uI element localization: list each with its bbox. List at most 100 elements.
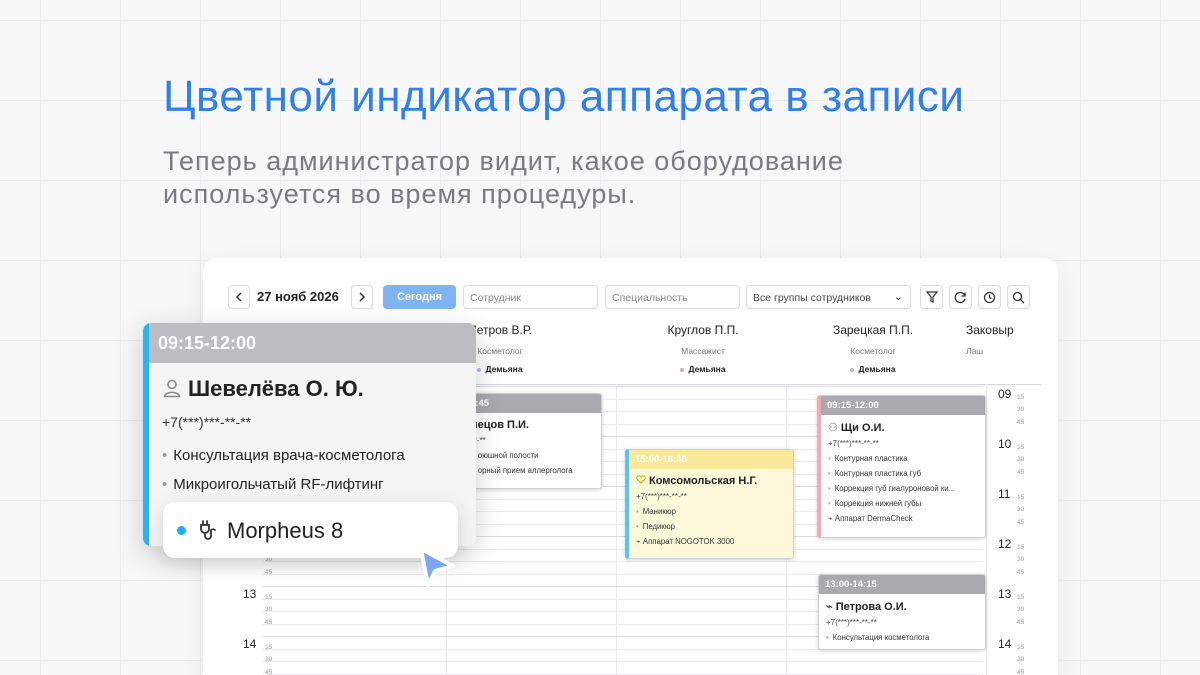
- service-item: Контурная пластика: [828, 454, 978, 463]
- client-phone: +7(***)***-**-**: [636, 492, 687, 501]
- minute-mark: 30: [1017, 456, 1025, 463]
- service-item: орный прием аллерголога: [471, 466, 594, 475]
- clock-icon: [983, 291, 996, 303]
- staff-column-header[interactable]: Круглов П.П. Массажист Демьяна: [633, 323, 773, 374]
- device-label: ⌁ Аппарат DermaCheck: [828, 514, 913, 523]
- staff-role: Лаш: [966, 346, 984, 356]
- minute-mark: 45: [265, 618, 273, 626]
- minute-mark: 15: [1017, 393, 1025, 401]
- device-pill[interactable]: Morpheus 8: [163, 502, 458, 558]
- hour-label: 12: [998, 537, 1012, 551]
- minute-mark: 30: [1017, 606, 1025, 613]
- search-icon: [1012, 291, 1025, 303]
- staff-name: Заковыр: [966, 323, 1014, 337]
- filter-icon: [925, 291, 938, 303]
- next-day-button[interactable]: [351, 285, 373, 309]
- minute-mark: 15: [1017, 543, 1025, 551]
- popup-client-name: Шевелёва О. Ю.: [162, 376, 364, 402]
- user-icon: [163, 379, 181, 398]
- popup-time: 09:15-12:00: [149, 323, 476, 363]
- toolbar: 27 нояб 2026 Сегодня Сотрудник Специальн…: [228, 285, 1038, 309]
- hour-label: 10: [998, 437, 1012, 451]
- client-name: нецов П.И.: [471, 419, 529, 431]
- minute-mark: 30: [1017, 656, 1025, 663]
- device-label: ⌁ Аппарат NOGOTOK 3000: [636, 537, 735, 546]
- hour-label: 13: [243, 587, 257, 601]
- appointment-time: 15:00-16:45: [629, 450, 793, 469]
- device-plug-icon: ⌁: [828, 514, 835, 523]
- current-date: 27 нояб 2026: [257, 289, 339, 304]
- service-item: оюшной полости: [471, 451, 594, 460]
- quarter-line: [263, 661, 983, 662]
- service-item: Маникюр: [636, 507, 786, 516]
- hour-label: 09: [998, 387, 1012, 401]
- minute-mark: 30: [265, 656, 273, 663]
- staff-room: Демьяна: [803, 364, 943, 374]
- service-item: Коррекция губ гиалуроновой ки...: [828, 484, 978, 493]
- staff-role: Косметолог: [850, 346, 896, 356]
- minute-mark: 45: [265, 668, 273, 675]
- minute-mark: 30: [1017, 556, 1025, 563]
- appointment-card[interactable]: 0:45 нецов П.И. -*-** оюшной полости орн…: [463, 393, 602, 489]
- chevron-right-icon: [359, 292, 366, 302]
- staff-column-header[interactable]: Заковыр Лаш: [966, 323, 1026, 356]
- appointment-time: 0:45: [464, 394, 601, 413]
- staff-name: Круглов П.П.: [667, 323, 739, 337]
- device-plug-icon: [200, 520, 216, 540]
- column-divider: [616, 384, 617, 675]
- appointment-time: 13:00-14:15: [819, 575, 985, 594]
- minute-mark: 15: [1017, 443, 1025, 451]
- minute-mark: 45: [1017, 668, 1025, 675]
- service-item: Педикюр: [636, 522, 786, 531]
- group-select-value: Все группы сотрудников: [753, 292, 871, 304]
- client-phone: +7(***)***-**-**: [826, 618, 877, 627]
- appointment-card[interactable]: 09:15-12:00 ⚇ Щи О.И. +7(***)***-**-** К…: [817, 395, 986, 538]
- minute-mark: 15: [265, 593, 273, 601]
- appointment-time: 09:15-12:00: [821, 396, 985, 415]
- minute-mark: 45: [1017, 418, 1025, 426]
- minute-mark: 30: [1017, 406, 1025, 413]
- service-item: Коррекция нижней губы: [828, 499, 978, 508]
- service-item: Консультация косметолога: [826, 633, 978, 642]
- user-icon: ⚇: [828, 422, 841, 434]
- minute-mark: 15: [265, 643, 273, 651]
- search-button[interactable]: [1007, 285, 1030, 309]
- minute-mark: 15: [1017, 493, 1025, 501]
- filter-button[interactable]: [920, 285, 943, 309]
- client-name: ⌁ Петрова О.И.: [826, 601, 907, 613]
- staff-room: Демьяна: [633, 364, 773, 374]
- group-select[interactable]: Все группы сотрудников ⌄: [746, 285, 911, 309]
- device-color-dot: [177, 526, 186, 535]
- client-name: ⚇ Щи О.И.: [828, 422, 885, 434]
- popup-phone: +7(***)***-**-**: [162, 414, 252, 430]
- appointment-card[interactable]: 13:00-14:15 ⌁ Петрова О.И. +7(***)***-**…: [818, 574, 986, 650]
- refresh-button[interactable]: [949, 285, 972, 309]
- subline: Теперь администратор видит, какое оборуд…: [163, 146, 844, 209]
- minute-mark: 45: [1017, 468, 1025, 476]
- staff-name: Зарецкая П.П.: [832, 323, 914, 337]
- popup-service: • Консультация врача-косметолога: [162, 447, 405, 464]
- quarter-line: [263, 561, 983, 562]
- chevron-left-icon: [235, 292, 242, 302]
- hour-label: 14: [243, 637, 257, 651]
- today-button[interactable]: Сегодня: [383, 285, 456, 309]
- staff-column-header[interactable]: Зарецкая П.П. Косметолог Демьяна: [803, 323, 943, 374]
- hour-label: 11: [998, 487, 1011, 501]
- appointment-card[interactable]: 15:00-16:45 Комсомольская Н.Г. +7(***)**…: [625, 449, 794, 559]
- prev-day-button[interactable]: [228, 285, 250, 309]
- minute-mark: 45: [1017, 518, 1025, 526]
- hour-label: 13: [998, 587, 1012, 601]
- employee-input[interactable]: Сотрудник: [463, 285, 598, 309]
- minute-mark: 15: [1017, 593, 1025, 601]
- headline: Цветной индикатор аппарата в записи: [163, 72, 965, 121]
- minute-mark: 45: [1017, 618, 1025, 626]
- popup-service: • Микроигольчатый RF-лифтинг: [162, 476, 384, 493]
- specialty-input[interactable]: Специальность: [605, 285, 740, 309]
- service-item: Контурная пластика губ: [828, 469, 978, 478]
- client-phone: +7(***)***-**-**: [828, 439, 879, 448]
- refresh-icon: [954, 291, 966, 303]
- device-plug-icon: ⌁: [636, 537, 643, 546]
- minute-mark: 15: [1017, 643, 1025, 651]
- clock-button[interactable]: [978, 285, 1001, 309]
- quarter-line: [263, 673, 983, 675]
